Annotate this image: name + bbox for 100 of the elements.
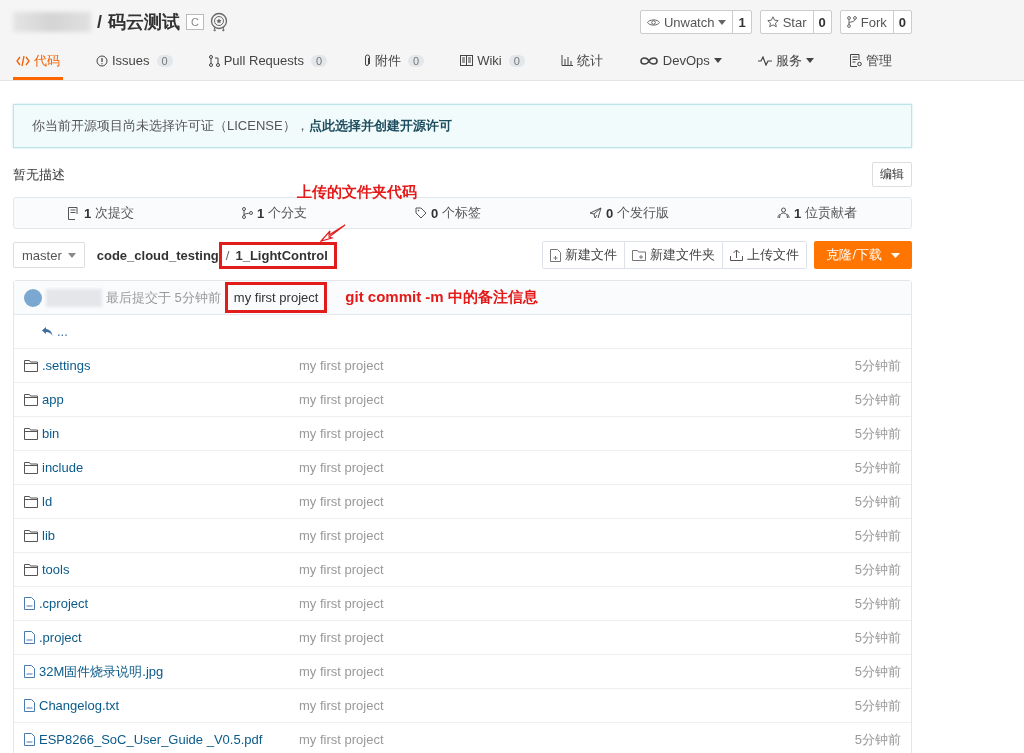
nav-tab[interactable]: DevOps bbox=[635, 44, 725, 80]
stat-link[interactable]: 0 个发行版 bbox=[588, 204, 670, 222]
document-icon bbox=[849, 54, 862, 67]
count-badge: 0 bbox=[408, 54, 425, 67]
edit-button[interactable]: 编辑 bbox=[872, 162, 912, 187]
file-icon bbox=[24, 597, 35, 610]
upload-icon bbox=[730, 249, 744, 261]
folder-icon bbox=[24, 393, 38, 406]
time-text: 5分钟前 bbox=[854, 730, 901, 749]
time-text: 5分钟前 bbox=[854, 356, 901, 375]
time-text: 5分钟前 bbox=[854, 458, 901, 477]
stat-link[interactable]: 1 位贡献者 bbox=[776, 204, 858, 222]
branch-icon bbox=[241, 207, 253, 219]
stat-link[interactable]: 0 个标签 bbox=[414, 204, 482, 222]
pull-request-icon bbox=[208, 54, 220, 67]
file-name-link[interactable]: .cproject bbox=[39, 596, 89, 611]
breadcrumb-link[interactable]: code_cloud_testing bbox=[96, 247, 219, 263]
time-text: 5分钟前 bbox=[854, 628, 901, 647]
description-text: 暂无描述 bbox=[13, 165, 65, 184]
bar-chart-icon bbox=[560, 55, 573, 66]
count-label: 1 bbox=[732, 11, 751, 33]
upload-button[interactable]: 上传文件 bbox=[722, 242, 807, 268]
file-name-link[interactable]: 32M固件烧录说明.jpg bbox=[39, 662, 164, 681]
award-icon[interactable] bbox=[209, 12, 228, 32]
count-label: 0 bbox=[812, 11, 831, 33]
path-separator: / bbox=[97, 11, 102, 33]
time-text: 5分钟前 bbox=[854, 390, 901, 409]
file-name-link[interactable]: tools bbox=[42, 562, 70, 577]
nav-tab[interactable]: 附件 0 bbox=[360, 44, 428, 80]
nav-tab[interactable]: 管理 bbox=[846, 44, 895, 80]
avatar bbox=[24, 288, 42, 307]
license-link[interactable]: 点此选择并创建开源许可 bbox=[308, 118, 452, 133]
folder-plus-icon bbox=[632, 249, 647, 261]
file-name-link[interactable]: ld bbox=[42, 494, 53, 509]
commit-list-icon bbox=[67, 206, 80, 220]
count-badge: 0 bbox=[310, 54, 328, 67]
time-text: 5分钟前 bbox=[854, 526, 901, 545]
paperclip-icon bbox=[363, 54, 372, 67]
time-text: 5分钟前 bbox=[854, 594, 901, 613]
time-text: 5分钟前 bbox=[854, 696, 901, 715]
pulse-icon bbox=[757, 55, 772, 66]
paper-plane-icon bbox=[588, 207, 602, 219]
count-badge: 0 bbox=[508, 54, 525, 67]
star-button[interactable]: Star 0 bbox=[759, 10, 832, 34]
path-separator: / bbox=[225, 247, 230, 263]
stat-link[interactable]: 1 个分支 bbox=[241, 204, 308, 222]
file-name-link[interactable]: ESP8266_SoC_User_Guide _V0.5.pdf bbox=[39, 732, 263, 747]
time-text: 5分钟前 bbox=[854, 424, 901, 443]
file-plus-icon bbox=[550, 248, 562, 262]
fork-icon bbox=[846, 16, 857, 28]
nav-tab[interactable]: Issues 0 bbox=[93, 44, 176, 80]
folder-icon bbox=[24, 563, 38, 576]
file-name-link[interactable]: lib bbox=[42, 528, 55, 543]
folder-icon bbox=[24, 427, 38, 440]
time-text: 5分钟前 bbox=[854, 662, 901, 681]
language-badge: C bbox=[186, 14, 204, 30]
folder-icon bbox=[24, 495, 38, 508]
tag-icon bbox=[414, 207, 427, 219]
file-name-link[interactable]: include bbox=[42, 460, 84, 475]
file-name-link[interactable]: app bbox=[42, 392, 64, 407]
watch-button[interactable]: Unwatch 1 bbox=[639, 10, 752, 34]
book-icon bbox=[460, 55, 474, 66]
nav-tab[interactable]: Pull Requests 0 bbox=[205, 44, 331, 80]
count-badge: 0 bbox=[156, 54, 173, 67]
people-icon bbox=[776, 207, 790, 219]
file-name-link[interactable]: Changelog.txt bbox=[39, 698, 120, 713]
annotation-text: 上传的文件夹代码 bbox=[297, 183, 417, 202]
breadcrumb-link[interactable]: 1_LightControl bbox=[235, 247, 328, 263]
file-name-link[interactable]: .settings bbox=[42, 358, 91, 373]
caret-icon bbox=[891, 252, 900, 258]
infinity-icon bbox=[638, 55, 659, 66]
annotation-text: git commit -m 中的备注信息 bbox=[345, 288, 538, 307]
reply-arrow-icon bbox=[42, 327, 53, 336]
nav-tab[interactable]: Wiki 0 bbox=[457, 44, 528, 80]
license-notice: 你当前开源项目尚未选择许可证（LICENSE），点此选择并创建开源许可 bbox=[13, 104, 912, 148]
file-icon bbox=[24, 631, 35, 644]
alert-icon bbox=[96, 54, 108, 67]
time-text: 5分钟前 bbox=[854, 560, 901, 579]
file-name-link[interactable]: .project bbox=[39, 630, 82, 645]
commit-message-link[interactable]: my first project bbox=[224, 282, 328, 313]
branch-select[interactable]: master bbox=[13, 242, 85, 268]
commit-time: 最后提交于 5分钟前 bbox=[106, 288, 221, 307]
eye-icon bbox=[646, 17, 660, 27]
file-icon bbox=[24, 665, 35, 678]
fork-button[interactable]: Fork 0 bbox=[839, 10, 912, 34]
caret-icon bbox=[67, 252, 76, 258]
parent-directory-link[interactable]: ... bbox=[42, 324, 68, 339]
nav-tab[interactable]: 统计 bbox=[557, 44, 606, 80]
count-label: 0 bbox=[892, 11, 911, 33]
time-text: 5分钟前 bbox=[854, 492, 901, 511]
file-icon bbox=[24, 699, 35, 712]
code-icon bbox=[16, 54, 30, 67]
stat-link[interactable]: 1 次提交 bbox=[67, 204, 135, 222]
folder-icon bbox=[24, 359, 38, 372]
star-icon bbox=[766, 16, 779, 28]
folder-icon bbox=[24, 529, 38, 542]
file-name-link[interactable]: bin bbox=[42, 426, 60, 441]
nav-tab[interactable]: 服务 bbox=[754, 44, 817, 80]
folder-icon bbox=[24, 461, 38, 474]
repo-name[interactable]: 码云测试 bbox=[108, 10, 180, 34]
